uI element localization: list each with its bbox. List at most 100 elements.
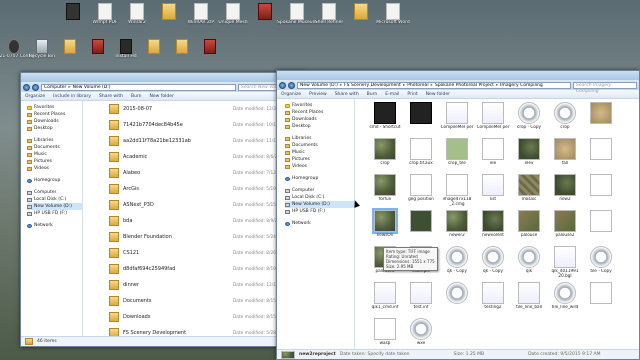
file-tile[interactable] bbox=[583, 281, 619, 317]
desktop-icon[interactable] bbox=[252, 0, 278, 40]
back-button-icon[interactable] bbox=[279, 81, 286, 89]
file-tile[interactable]: crop.tif.aux bbox=[403, 137, 439, 173]
file-tile[interactable] bbox=[583, 173, 619, 209]
include-in-library-button[interactable]: Include in library bbox=[53, 94, 91, 99]
file-tile[interactable]: wasp bbox=[367, 317, 403, 353]
nav-item[interactable]: Favorites bbox=[27, 104, 82, 111]
explorer-window-right[interactable]: New Volume (D:) ▸ FS Scenery Development ▸ P… bbox=[276, 70, 640, 360]
list-item[interactable]: Downloads Date modified: 8/15/2015 bbox=[109, 309, 304, 325]
nav-item[interactable]: Desktop bbox=[27, 125, 82, 132]
list-item[interactable]: 2015-08-07 Date modified: 12/30/2015 bbox=[109, 101, 304, 117]
toolbar-button[interactable]: E-mail bbox=[385, 92, 399, 97]
nav-item[interactable]: Desktop bbox=[285, 123, 354, 130]
list-item[interactable]: Blender Foundation Date modified: 5/24/20… bbox=[109, 229, 304, 245]
desktop-icon[interactable]: Unique Mesh bbox=[218, 0, 248, 40]
file-tile[interactable] bbox=[439, 281, 475, 317]
nav-item[interactable]: Videos bbox=[285, 163, 354, 170]
nav-item[interactable]: Network bbox=[285, 220, 354, 227]
nav-item[interactable]: Pictures bbox=[285, 156, 354, 163]
toolbar-button[interactable]: Preview bbox=[309, 92, 327, 97]
desktop-icon[interactable]: Shell Refiner bbox=[315, 0, 343, 40]
window-titlebar[interactable] bbox=[21, 73, 304, 82]
file-tile[interactable] bbox=[403, 101, 439, 137]
desktop-icon[interactable]: Install Hd bbox=[114, 38, 138, 68]
nav-item[interactable]: Videos bbox=[27, 165, 82, 172]
desktop-icon[interactable]: Spokane Museum bbox=[277, 0, 317, 40]
new-folder-button[interactable]: New folder bbox=[150, 94, 174, 99]
window-titlebar[interactable] bbox=[277, 71, 639, 80]
breadcrumb-item[interactable]: FS Scenery Development bbox=[344, 83, 401, 88]
nav-item[interactable]: HP USB FD (F:) bbox=[27, 210, 82, 217]
nav-item[interactable]: New Volume (D:) bbox=[285, 201, 354, 208]
desktop-icon[interactable] bbox=[198, 38, 222, 68]
desktop-icon[interactable] bbox=[348, 0, 374, 40]
file-tile[interactable]: tile_line_ball bbox=[511, 281, 547, 317]
explorer-window-left[interactable]: Computer ▸ New Volume (D:) Search New Vo… bbox=[20, 72, 305, 347]
desktop-icon[interactable] bbox=[58, 38, 82, 68]
toolbar-button[interactable]: Share with bbox=[335, 92, 359, 97]
breadcrumb-item[interactable]: Computer bbox=[44, 85, 66, 90]
desktop-icon[interactable] bbox=[170, 38, 194, 68]
file-tile[interactable]: new2 bbox=[547, 173, 583, 209]
toolbar-button[interactable]: New folder bbox=[426, 92, 450, 97]
file-tile[interactable]: test.inf bbox=[403, 281, 439, 317]
file-tile[interactable]: crop_tile bbox=[439, 137, 475, 173]
nav-item[interactable]: Downloads bbox=[285, 116, 354, 123]
file-tile[interactable]: cmd - Shortcut bbox=[367, 101, 403, 137]
nav-item[interactable]: Homegroup bbox=[285, 175, 354, 182]
forward-button-icon[interactable] bbox=[32, 83, 39, 91]
desktop-icon[interactable]: Microsoft Word bbox=[376, 0, 410, 40]
list-item[interactable]: FS Scenery Development Date modified: 5/2… bbox=[109, 325, 304, 336]
desktop-icon[interactable]: Winrar2 bbox=[124, 0, 150, 40]
file-tile[interactable] bbox=[403, 209, 439, 245]
toolbar-button[interactable]: Print bbox=[407, 92, 417, 97]
breadcrumb-item[interactable]: Spokane Photoreal Project bbox=[435, 83, 494, 88]
search-input[interactable]: Search Imagery Compiling bbox=[573, 81, 637, 94]
nav-item[interactable]: Music bbox=[285, 149, 354, 156]
list-item[interactable]: aa2dd11f78a21be12331ab Date modified: 11/… bbox=[109, 133, 304, 149]
file-tile[interactable]: forfun bbox=[367, 173, 403, 209]
nav-item[interactable]: Downloads bbox=[27, 118, 82, 125]
file-tile[interactable]: tile - Copy bbox=[583, 245, 619, 281]
breadcrumb-item[interactable]: New Volume (D:) bbox=[73, 85, 111, 90]
file-tile[interactable]: newvolent bbox=[475, 209, 511, 245]
breadcrumb-item[interactable]: Imagery Compiling bbox=[500, 83, 543, 88]
file-tile[interactable]: CompileMeI per bbox=[475, 101, 511, 137]
nav-item[interactable]: Local Disk (C:) bbox=[27, 196, 82, 203]
nav-item[interactable]: New Volume (D:) bbox=[27, 203, 82, 210]
desktop-icon[interactable] bbox=[156, 0, 182, 40]
list-item[interactable]: dinner Date modified: 12/1/2015 bbox=[109, 277, 304, 293]
nav-item[interactable]: Recent Places bbox=[27, 111, 82, 118]
forward-button-icon[interactable] bbox=[288, 81, 295, 89]
nav-item[interactable]: Computer bbox=[27, 189, 82, 196]
nav-item[interactable]: Documents bbox=[27, 144, 82, 151]
file-tile[interactable]: mosaic bbox=[511, 173, 547, 209]
nav-item[interactable]: Pictures bbox=[27, 158, 82, 165]
list-item[interactable]: ArcGis Date modified: 5/19/2015 bbox=[109, 181, 304, 197]
nav-item[interactable]: Music bbox=[27, 151, 82, 158]
list-item[interactable]: d8dfaf694c25949fad Date modified: 8/19/20… bbox=[109, 261, 304, 277]
address-field[interactable]: Computer ▸ New Volume (D:) bbox=[41, 83, 236, 91]
file-tile[interactable]: qk - Copy bbox=[439, 245, 475, 281]
list-item[interactable]: 71421b7704dec84b45e Date modified: 10/15/… bbox=[109, 117, 304, 133]
file-tile[interactable]: geg position bbox=[403, 173, 439, 209]
file-tile[interactable]: tile_line_wild bbox=[547, 281, 583, 317]
toolbar-button[interactable]: Organize bbox=[281, 92, 301, 97]
organize-button[interactable]: Organize bbox=[25, 94, 45, 99]
nav-item[interactable]: Recent Places bbox=[285, 109, 354, 116]
back-button-icon[interactable] bbox=[23, 83, 30, 91]
file-tile[interactable]: CompileMeI per bbox=[439, 101, 475, 137]
nav-item[interactable]: Homegroup bbox=[27, 177, 82, 184]
file-tile[interactable]: qik bbox=[511, 245, 547, 281]
list-item[interactable]: Academic Date modified: 8/6/2015 bbox=[109, 149, 304, 165]
file-tile[interactable]: qik1_cmd.inf bbox=[367, 281, 403, 317]
nav-item[interactable]: Libraries bbox=[285, 135, 354, 142]
nav-item[interactable]: Libraries bbox=[27, 137, 82, 144]
nav-item[interactable]: HP USB FD (F:) bbox=[285, 208, 354, 215]
file-tile[interactable]: wxe bbox=[403, 317, 439, 353]
nav-item[interactable]: Favorites bbox=[285, 102, 354, 109]
file-tile[interactable]: testing2 bbox=[475, 281, 511, 317]
burn-button[interactable]: Burn bbox=[131, 94, 142, 99]
desktop-icon[interactable]: Wrmpf PDF bbox=[92, 0, 118, 40]
list-item[interactable]: bda Date modified: 8/9/2015 bbox=[109, 213, 304, 229]
